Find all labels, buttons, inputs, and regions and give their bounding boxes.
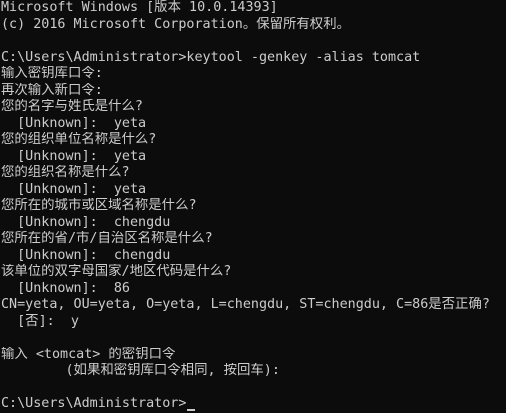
- console-line-header-copyright: (c) 2016 Microsoft Corporation。保留所有权利。: [1, 16, 350, 32]
- console-line-answer-org: [Unknown]: yeta: [1, 181, 147, 197]
- console-line-question-city: 您所在的城市或区域名称是什么?: [1, 198, 197, 213]
- console-line-confirm-answer: [否]: y: [1, 313, 79, 329]
- console-line-answer-country: [Unknown]: 86: [1, 280, 130, 296]
- console-line-answer-org-unit: [Unknown]: yeta: [1, 148, 147, 164]
- console-line-answer-name: [Unknown]: yeta: [1, 115, 147, 131]
- console-line-header-version: Microsoft Windows [版本 10.0.14393]: [1, 0, 278, 15]
- console-line-keystore-password: 输入密钥库口令:: [1, 66, 103, 81]
- console-line-key-password-prompt: 输入 <tomcat> 的密钥口令: [1, 346, 176, 362]
- console-line-answer-city: [Unknown]: chengdu: [1, 214, 171, 230]
- console-line-question-org-unit: 您的组织单位名称是什么?: [1, 132, 157, 147]
- console-line-command: C:\Users\Administrator>keytool -genkey -…: [1, 49, 421, 65]
- text-cursor: [187, 408, 196, 411]
- console-prompt-line[interactable]: C:\Users\Administrator>: [1, 396, 506, 413]
- console-line-confirm-dn: CN=yeta, OU=yeta, O=yeta, L=chengdu, ST=…: [1, 297, 490, 312]
- console-line-answer-state: [Unknown]: chengdu: [1, 247, 171, 263]
- console-line-question-country: 该单位的双字母国家/地区代码是什么?: [1, 264, 232, 279]
- console-window[interactable]: Microsoft Windows [版本 10.0.14393] (c) 20…: [0, 0, 506, 411]
- console-line-reenter-password: 再次输入新口令:: [1, 82, 103, 98]
- console-line-key-password-hint: (如果和密钥库口令相同, 按回车):: [1, 363, 280, 378]
- command-prompt: C:\Users\Administrator>: [1, 396, 187, 411]
- console-line-question-name: 您的名字与姓氏是什么?: [1, 99, 143, 114]
- console-line-question-state: 您所在的省/市/自治区名称是什么?: [1, 231, 213, 246]
- console-line-question-org: 您的组织名称是什么?: [1, 165, 130, 180]
